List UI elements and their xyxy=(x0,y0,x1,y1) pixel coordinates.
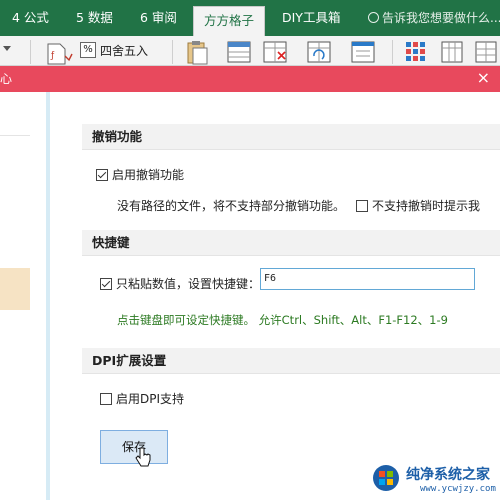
panel-divider xyxy=(46,92,50,500)
save-button[interactable]: 保存 xyxy=(100,430,168,464)
enable-dpi-label: 启用DPI支持 xyxy=(116,392,185,406)
round-button-label: 四舍五入 xyxy=(100,43,149,58)
dialog-title-bar: 心 × xyxy=(0,66,500,92)
tab-fangfangezi[interactable]: 方方格子 xyxy=(193,6,266,36)
paste-values-checkbox[interactable]: 只粘贴数值，设置快捷键： xyxy=(100,275,260,292)
round-button[interactable]: % 四舍五入 xyxy=(80,40,148,60)
grid-plus-icon[interactable] xyxy=(474,40,498,64)
dialog-title: 心 xyxy=(0,72,13,86)
tab-diy-toolbox[interactable]: DIY工具箱 xyxy=(282,0,340,36)
close-icon[interactable]: × xyxy=(477,69,490,87)
nav-item-selected[interactable] xyxy=(0,268,30,310)
undo-note: 没有路径的文件，将不支持部分撤销功能。 xyxy=(117,197,345,214)
table-refresh-icon[interactable] xyxy=(306,40,334,64)
ribbon-collapse-icon[interactable] xyxy=(3,46,11,51)
enable-dpi-checkbox[interactable]: 启用DPI支持 xyxy=(100,390,184,407)
no-undo-prompt-checkbox[interactable]: 不支持撤销时提示我 xyxy=(356,197,480,214)
hotkey-hint: 点击键盘即可设定快捷键。 允许Ctrl、Shift、Alt、F1-F12、1-9 xyxy=(117,313,448,327)
paste-values-label: 只粘贴数值，设置快捷键： xyxy=(116,277,261,291)
undo-note-text: 没有路径的文件，将不支持部分撤销功能。 xyxy=(117,199,346,213)
lightbulb-icon xyxy=(368,12,379,23)
ribbon-separator xyxy=(172,40,173,64)
tell-me-search[interactable]: 告诉我您想要做什么... xyxy=(368,0,500,36)
tab-data[interactable]: 5 数据 xyxy=(76,0,113,36)
nav-divider xyxy=(0,135,30,136)
ribbon-tab-bar: 4 公式 5 数据 6 审阅 方方格子 DIY工具箱 告诉我您想要做什么... xyxy=(0,0,500,36)
checkbox-box[interactable] xyxy=(100,392,112,405)
section-header-undo: 撤销功能 xyxy=(82,124,500,150)
enable-undo-label: 启用撤销功能 xyxy=(112,168,185,182)
tell-me-placeholder: 告诉我您想要做什么... xyxy=(382,11,500,25)
hotkey-input[interactable]: F6 xyxy=(260,268,475,290)
table-blue-icon[interactable] xyxy=(226,40,252,64)
paste-board-icon[interactable] xyxy=(182,38,212,66)
watermark-title: 纯净系统之家 xyxy=(406,467,490,483)
no-undo-prompt-label: 不支持撤销时提示我 xyxy=(372,199,481,213)
hand-cursor-icon xyxy=(135,447,151,467)
ribbon-body: ƒ % 四舍五入 xyxy=(0,36,500,66)
percent-icon: % xyxy=(80,42,96,58)
windows-logo-icon xyxy=(373,465,399,491)
tab-review[interactable]: 6 审阅 xyxy=(140,0,177,36)
color-grid-icon[interactable] xyxy=(404,40,428,64)
enable-undo-checkbox[interactable]: 启用撤销功能 xyxy=(96,166,184,183)
table-delete-icon[interactable] xyxy=(262,40,288,64)
column-table-icon[interactable] xyxy=(440,40,464,64)
watermark: 纯净系统之家 www.ycwjzy.com xyxy=(368,461,500,500)
window-table-icon[interactable] xyxy=(350,40,376,64)
section-header-hotkey: 快捷键 xyxy=(82,230,500,256)
tab-formulas[interactable]: 4 公式 xyxy=(12,0,49,36)
checkbox-box[interactable] xyxy=(100,277,112,290)
checkbox-box[interactable] xyxy=(356,199,368,212)
checkbox-box[interactable] xyxy=(96,168,108,181)
watermark-url: www.ycwjzy.com xyxy=(420,484,496,494)
ribbon-separator xyxy=(392,40,393,64)
section-header-dpi: DPI扩展设置 xyxy=(82,348,500,374)
document-function-icon[interactable]: ƒ xyxy=(44,38,74,66)
ribbon-separator xyxy=(30,40,31,64)
